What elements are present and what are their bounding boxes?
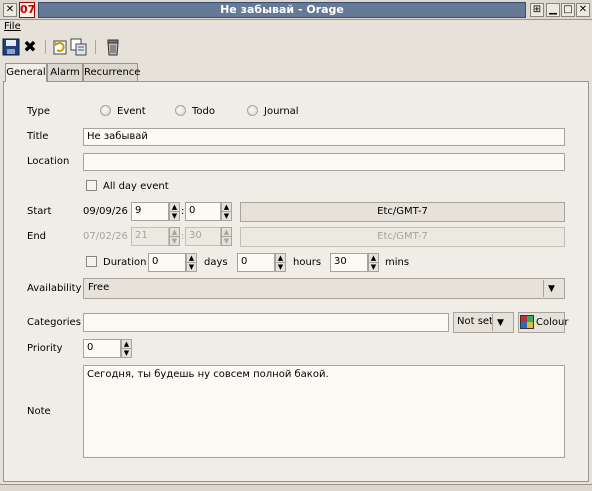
availability-label: Availability	[27, 283, 82, 294]
end-label: End	[27, 231, 47, 242]
availability-select[interactable]: Free	[83, 278, 565, 299]
save-icon[interactable]	[2, 38, 20, 56]
all-day-checkbox[interactable]	[86, 180, 97, 191]
duration-label: Duration	[103, 257, 147, 268]
all-day-label: All day event	[103, 181, 169, 192]
category-value: Not set	[457, 316, 493, 327]
chevron-down-icon[interactable]: ▼	[548, 283, 555, 296]
duration-hours-down-arrow[interactable]: ▼	[275, 262, 286, 272]
end-minute-down-arrow[interactable]: ▼	[221, 236, 232, 246]
start-timezone-button[interactable]: Etc/GMT-7	[240, 202, 565, 222]
duplicate-icon[interactable]	[70, 38, 88, 56]
categories-label: Categories	[27, 317, 81, 328]
duration-mins-down-arrow[interactable]: ▼	[368, 262, 379, 272]
type-label: Type	[27, 106, 50, 117]
end-timezone-button[interactable]: Etc/GMT-7	[240, 227, 565, 247]
window-close-right-icon[interactable]: ✕	[576, 3, 590, 17]
window-minimize-icon[interactable]: ▁	[546, 3, 560, 17]
start-label: Start	[27, 206, 52, 217]
categories-input[interactable]	[83, 313, 449, 332]
start-date-button[interactable]: 09/09/26	[83, 205, 128, 218]
menu-bar	[0, 20, 592, 35]
days-label: days	[204, 257, 228, 268]
start-minute-down-arrow[interactable]: ▼	[221, 211, 232, 221]
location-label: Location	[27, 156, 70, 167]
priority-label: Priority	[27, 343, 63, 354]
tab-recurrence[interactable]: Recurrence	[83, 63, 140, 81]
duration-hours-input[interactable]: 0	[237, 253, 275, 272]
duration-days-input[interactable]: 0	[148, 253, 186, 272]
toolbar-separator	[45, 40, 46, 54]
tab-general[interactable]: General	[5, 63, 47, 82]
status-bar	[0, 484, 592, 491]
start-hour-down-arrow[interactable]: ▼	[169, 211, 180, 221]
window-title: Не забывай - Orage	[38, 2, 526, 18]
type-event-radio[interactable]	[100, 105, 111, 116]
priority-down-arrow[interactable]: ▼	[121, 348, 132, 358]
note-textarea[interactable]: Сегодня, ты будешь ну совсем полной бако…	[83, 365, 565, 458]
chevron-down-icon[interactable]: ▼	[497, 317, 504, 330]
window-maximize-all-icon[interactable]: ⊞	[530, 3, 544, 17]
start-hour-input[interactable]: 9	[131, 202, 169, 221]
window-maximize-icon[interactable]: □	[561, 3, 575, 17]
priority-input[interactable]: 0	[83, 339, 121, 358]
location-input[interactable]	[83, 153, 565, 171]
duration-mins-input[interactable]: 30	[330, 253, 368, 272]
time-separator: :	[181, 206, 185, 217]
type-event-label: Event	[117, 106, 146, 117]
revert-icon[interactable]	[52, 38, 70, 56]
toolbar	[0, 35, 592, 59]
hours-label: hours	[293, 257, 322, 268]
mins-label: mins	[385, 257, 410, 268]
start-minute-input[interactable]: 0	[185, 202, 221, 221]
type-journal-radio[interactable]	[247, 105, 258, 116]
delete-icon[interactable]: ✖	[21, 38, 39, 56]
duration-checkbox[interactable]	[86, 256, 97, 267]
title-input[interactable]: Не забывай	[83, 128, 565, 146]
type-journal-label: Journal	[264, 106, 299, 117]
end-minute-input[interactable]: 30	[185, 227, 221, 246]
dropdown-separator	[543, 280, 544, 297]
duration-days-down-arrow[interactable]: ▼	[186, 262, 197, 272]
toolbar-separator	[95, 40, 96, 54]
colour-label: Colour	[536, 317, 569, 328]
availability-value: Free	[88, 282, 110, 293]
title-label: Title	[27, 131, 49, 142]
note-label: Note	[27, 406, 51, 417]
dropdown-separator	[492, 314, 493, 331]
trash-icon[interactable]	[104, 38, 122, 56]
palette-icon	[520, 315, 534, 329]
menu-file[interactable]: File	[4, 21, 21, 32]
end-date-button[interactable]: 07/02/26	[83, 230, 128, 243]
end-hour-input[interactable]: 21	[131, 227, 169, 246]
app-icon: 07	[19, 2, 36, 18]
tab-alarm[interactable]: Alarm	[47, 63, 83, 81]
type-todo-radio[interactable]	[175, 105, 186, 116]
category-select[interactable]: Not set	[453, 312, 514, 333]
end-hour-down-arrow[interactable]: ▼	[169, 236, 180, 246]
type-todo-label: Todo	[192, 106, 215, 117]
time-separator: :	[181, 231, 185, 242]
window-close-icon[interactable]: ✕	[3, 3, 17, 17]
